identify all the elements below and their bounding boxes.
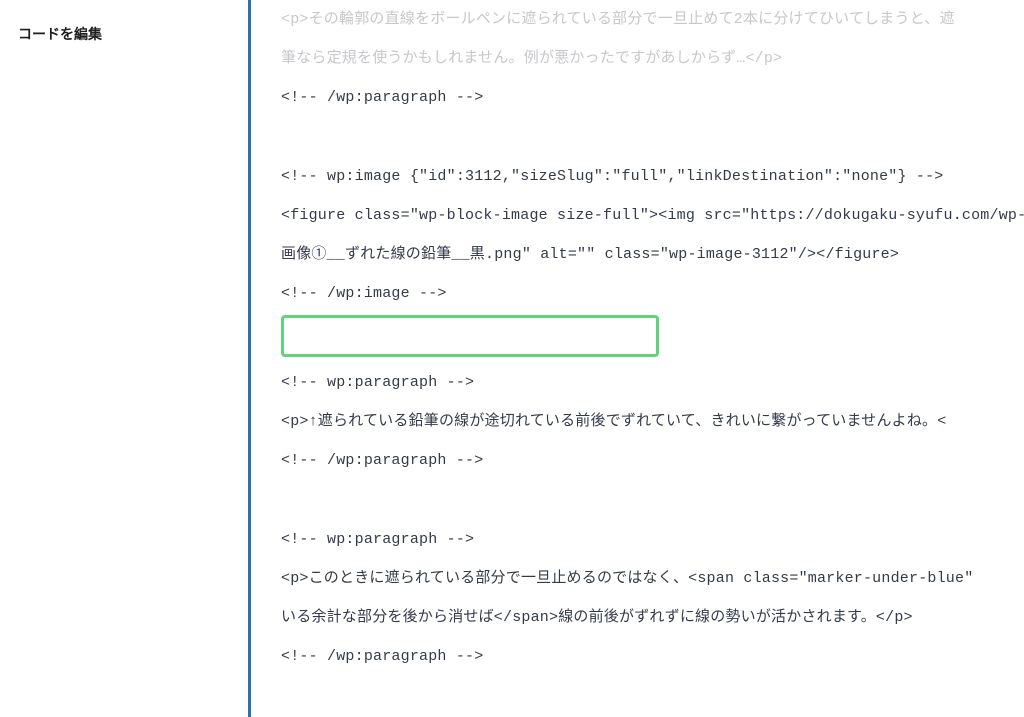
- code-line[interactable]: <figure class="wp-block-image size-full"…: [281, 196, 1024, 235]
- spacer: [281, 480, 1024, 520]
- code-line[interactable]: 筆なら定規を使うかもしれません。例が悪かったですがあしからず…</p>: [281, 39, 1024, 78]
- sidebar-panel: コードを編集: [0, 0, 248, 717]
- code-line[interactable]: <!-- wp:image {"id":3112,"sizeSlug":"ful…: [281, 157, 1024, 196]
- code-line[interactable]: <!-- /wp:image -->: [281, 274, 1024, 313]
- code-line[interactable]: <!-- /wp:paragraph -->: [281, 637, 1024, 676]
- spacer: [281, 117, 1024, 157]
- code-line[interactable]: いる余計な部分を後から消せば</span>線の前後がずれずに線の勢いが活かされま…: [281, 598, 1024, 637]
- code-line[interactable]: <p>↑遮られている鉛筆の線が途切れている前後でずれていて、きれいに繋がっていま…: [281, 402, 1024, 441]
- code-line[interactable]: <p>その輪郭の直線をボールペンに遮られている部分で一旦止めて2本に分けてひいて…: [281, 0, 1024, 39]
- code-line[interactable]: <p>このときに遮られている部分で一旦止めるのではなく、<span class=…: [281, 559, 1024, 598]
- code-line[interactable]: <!-- wp:paragraph -->: [281, 520, 1024, 559]
- code-line[interactable]: <!-- /wp:paragraph -->: [281, 78, 1024, 117]
- highlight-annotation: [281, 315, 659, 357]
- code-line[interactable]: <!-- /wp:paragraph -->: [281, 441, 1024, 480]
- code-line[interactable]: <!-- wp:paragraph -->: [281, 363, 1024, 402]
- code-editor[interactable]: <p>その輪郭の直線をボールペンに遮られている部分で一旦止めて2本に分けてひいて…: [248, 0, 1024, 717]
- sidebar-title: コードを編集: [18, 24, 230, 44]
- code-line[interactable]: 画像①__ずれた線の鉛筆__黒.png" alt="" class="wp-im…: [281, 235, 1024, 274]
